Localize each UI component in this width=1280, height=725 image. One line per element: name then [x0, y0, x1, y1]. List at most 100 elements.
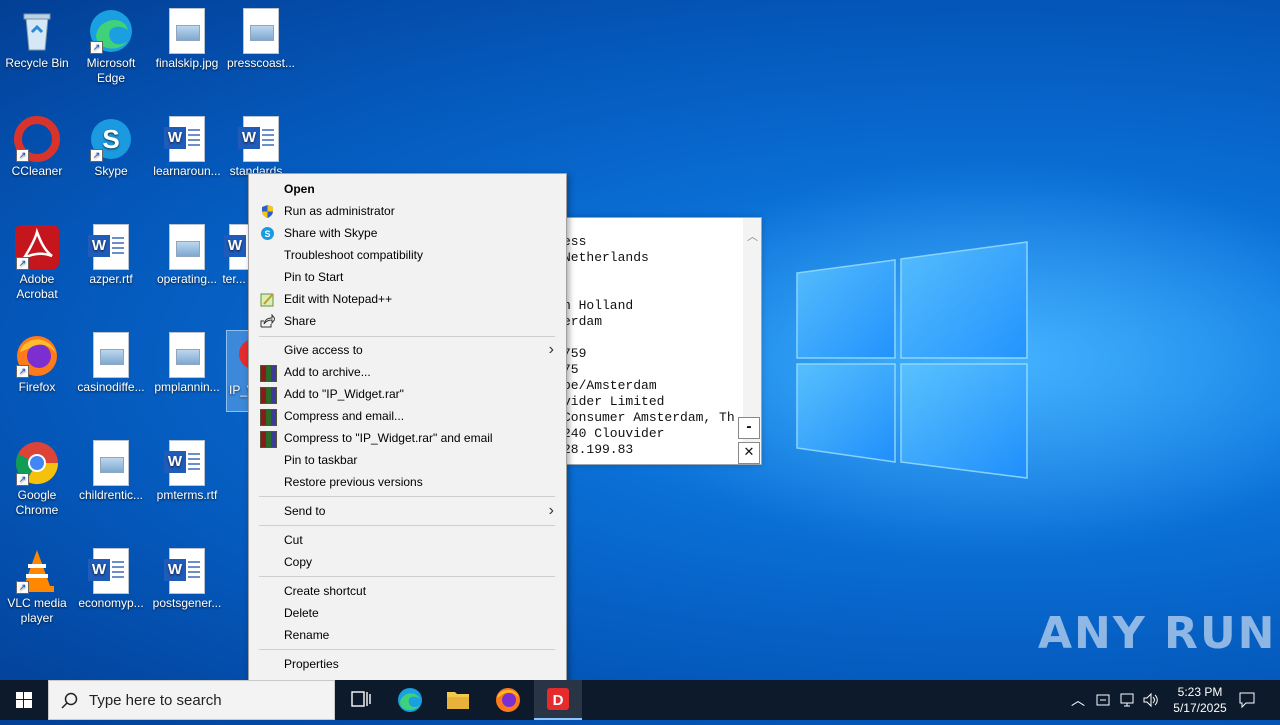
- menu-item-delete[interactable]: Delete: [251, 602, 562, 624]
- menu-item-troubleshoot[interactable]: Troubleshoot compatibility: [251, 244, 562, 266]
- menu-item-send-to[interactable]: Send to ›: [251, 500, 562, 522]
- menu-separator: [259, 649, 555, 650]
- icon-label: VLC media player: [7, 596, 67, 625]
- menu-item-restore-versions[interactable]: Restore previous versions: [251, 471, 562, 493]
- menu-item-open[interactable]: Open: [251, 178, 562, 200]
- taskbar-search-box[interactable]: Type here to search: [48, 680, 335, 720]
- image-file-icon: [243, 8, 279, 54]
- menu-item-compress-rar-email[interactable]: Compress to "IP_Widget.rar" and email: [251, 427, 562, 449]
- desktop-icon-ccleaner[interactable]: ↗ CCleaner: [0, 116, 74, 179]
- icon-label: presscoast...: [226, 56, 296, 70]
- icon-label: economyp...: [78, 596, 144, 610]
- ip-widget-window[interactable]: ess Netherlands n Holland erdam 759 75 p…: [560, 217, 762, 465]
- desktop-icon-azper[interactable]: W azper.rtf: [74, 224, 148, 287]
- menu-item-copy[interactable]: Copy: [251, 551, 562, 573]
- windows-start-icon: [16, 692, 32, 708]
- menu-item-label: Share: [284, 314, 317, 328]
- menu-item-label: Cut: [284, 533, 303, 547]
- vlc-icon: ↗: [14, 548, 60, 594]
- icon-label: finalskip.jpg: [155, 56, 219, 70]
- task-view-button[interactable]: [336, 680, 384, 720]
- menu-separator: [259, 336, 555, 337]
- desktop-icon-pmplannin[interactable]: pmplannin...: [150, 332, 224, 395]
- image-file-icon: [169, 8, 205, 54]
- edge-icon: [398, 688, 422, 712]
- context-menu: Open Run as administrator S Share with S…: [248, 173, 567, 682]
- menu-item-create-shortcut[interactable]: Create shortcut: [251, 580, 562, 602]
- desktop-icon-pmterms[interactable]: W pmterms.rtf: [150, 440, 224, 503]
- taskbar-edge[interactable]: [386, 680, 434, 720]
- icon-label: Microsoft Edge: [86, 56, 136, 85]
- icon-label: casinodiffe...: [77, 380, 145, 394]
- menu-item-add-to-archive[interactable]: Add to archive...: [251, 361, 562, 383]
- ip-info-text: ess Netherlands n Holland erdam 759 75 p…: [563, 234, 735, 457]
- close-button[interactable]: ✕: [738, 442, 760, 464]
- desktop-icon-recycle-bin[interactable]: Recycle Bin: [0, 8, 74, 71]
- defender-icon[interactable]: [1095, 692, 1111, 708]
- desktop-icon-childrentic[interactable]: childrentic...: [74, 440, 148, 503]
- desktop-icon-chrome[interactable]: ↗ Google Chrome: [0, 440, 74, 518]
- skype-icon: S: [261, 227, 274, 240]
- menu-item-properties[interactable]: Properties: [251, 653, 562, 675]
- minimize-button[interactable]: -: [738, 417, 760, 439]
- desktop-icon-ip-widget-selected[interactable]: IP_W...: [226, 330, 250, 412]
- desktop-icon-economyp[interactable]: W economyp...: [74, 548, 148, 611]
- firefox-icon: [496, 688, 520, 712]
- word-file-icon: W: [88, 548, 129, 594]
- menu-item-compress-email[interactable]: Compress and email...: [251, 405, 562, 427]
- volume-icon[interactable]: [1142, 692, 1160, 708]
- menu-item-label: Create shortcut: [284, 584, 367, 598]
- menu-item-label: Edit with Notepad++: [284, 292, 393, 306]
- desktop-icon-edge[interactable]: ↗ Microsoft Edge: [74, 8, 148, 86]
- desktop-icon-adobe-acrobat[interactable]: ↗ Adobe Acrobat: [0, 224, 74, 302]
- show-hidden-icons-chevron-icon[interactable]: ︿: [1071, 690, 1085, 710]
- submenu-arrow-icon: ›: [548, 341, 554, 358]
- taskbar-firefox[interactable]: [484, 680, 532, 720]
- desktop-icon-standards[interactable]: W standards...: [224, 116, 298, 179]
- network-icon[interactable]: [1118, 692, 1136, 708]
- taskbar-ip-widget[interactable]: D: [534, 680, 582, 720]
- icon-label: operating...: [156, 272, 218, 286]
- shortcut-arrow-icon: ↗: [16, 257, 29, 270]
- shield-icon: [262, 205, 273, 218]
- image-file-icon: [93, 440, 129, 486]
- menu-item-label: Pin to Start: [284, 270, 344, 284]
- desktop-icon-learnaroun[interactable]: W learnaroun...: [150, 116, 224, 179]
- clock-date: 5/17/2025: [1173, 701, 1227, 715]
- clock-time: 5:23 PM: [1177, 685, 1223, 699]
- menu-item-share[interactable]: Share: [251, 310, 562, 332]
- taskbar-file-explorer[interactable]: [434, 680, 482, 720]
- image-file-icon: [169, 224, 205, 270]
- search-icon: [61, 692, 78, 709]
- word-file-icon: W: [164, 548, 205, 594]
- menu-item-add-to-rar[interactable]: Add to "IP_Widget.rar": [251, 383, 562, 405]
- menu-item-pin-to-taskbar[interactable]: Pin to taskbar: [251, 449, 562, 471]
- desktop-icon-finalskip[interactable]: finalskip.jpg: [150, 8, 224, 71]
- menu-item-pin-to-start[interactable]: Pin to Start: [251, 266, 562, 288]
- icon-label: Adobe Acrobat: [16, 272, 58, 301]
- icon-label: learnaroun...: [153, 164, 221, 178]
- menu-item-run-as-admin[interactable]: Run as administrator: [251, 200, 562, 222]
- menu-item-edit-notepadpp[interactable]: Edit with Notepad++: [251, 288, 562, 310]
- menu-item-share-with-skype[interactable]: S Share with Skype: [251, 222, 562, 244]
- winrar-icon: [260, 409, 277, 426]
- winrar-icon: [260, 431, 277, 448]
- icon-label: azper.rtf: [89, 272, 133, 286]
- search-placeholder: Type here to search: [89, 692, 222, 709]
- desktop-icon-firefox[interactable]: ↗ Firefox: [0, 332, 74, 395]
- icon-label: Google Chrome: [15, 488, 59, 517]
- desktop-icon-postsgener[interactable]: W postsgener...: [150, 548, 224, 611]
- desktop-icon-operating[interactable]: operating...: [150, 224, 224, 287]
- start-button[interactable]: [0, 680, 48, 720]
- scroll-up-icon[interactable]: ︿: [747, 228, 758, 244]
- desktop-icon-vlc[interactable]: ↗ VLC media player: [0, 548, 74, 626]
- menu-item-cut[interactable]: Cut: [251, 529, 562, 551]
- menu-item-rename[interactable]: Rename: [251, 624, 562, 646]
- notifications-icon[interactable]: [1238, 691, 1256, 709]
- desktop-icon-skype[interactable]: S ↗ Skype: [74, 116, 148, 179]
- desktop-icon-presscoast[interactable]: presscoast...: [224, 8, 298, 71]
- taskbar: Type here to search D ︿ 5:23 PM 5/17/202…: [0, 680, 1280, 720]
- taskbar-clock[interactable]: 5:23 PM 5/17/2025: [1160, 684, 1240, 716]
- desktop-icon-casinodiffe[interactable]: casinodiffe...: [74, 332, 148, 395]
- menu-item-give-access[interactable]: Give access to ›: [251, 339, 562, 361]
